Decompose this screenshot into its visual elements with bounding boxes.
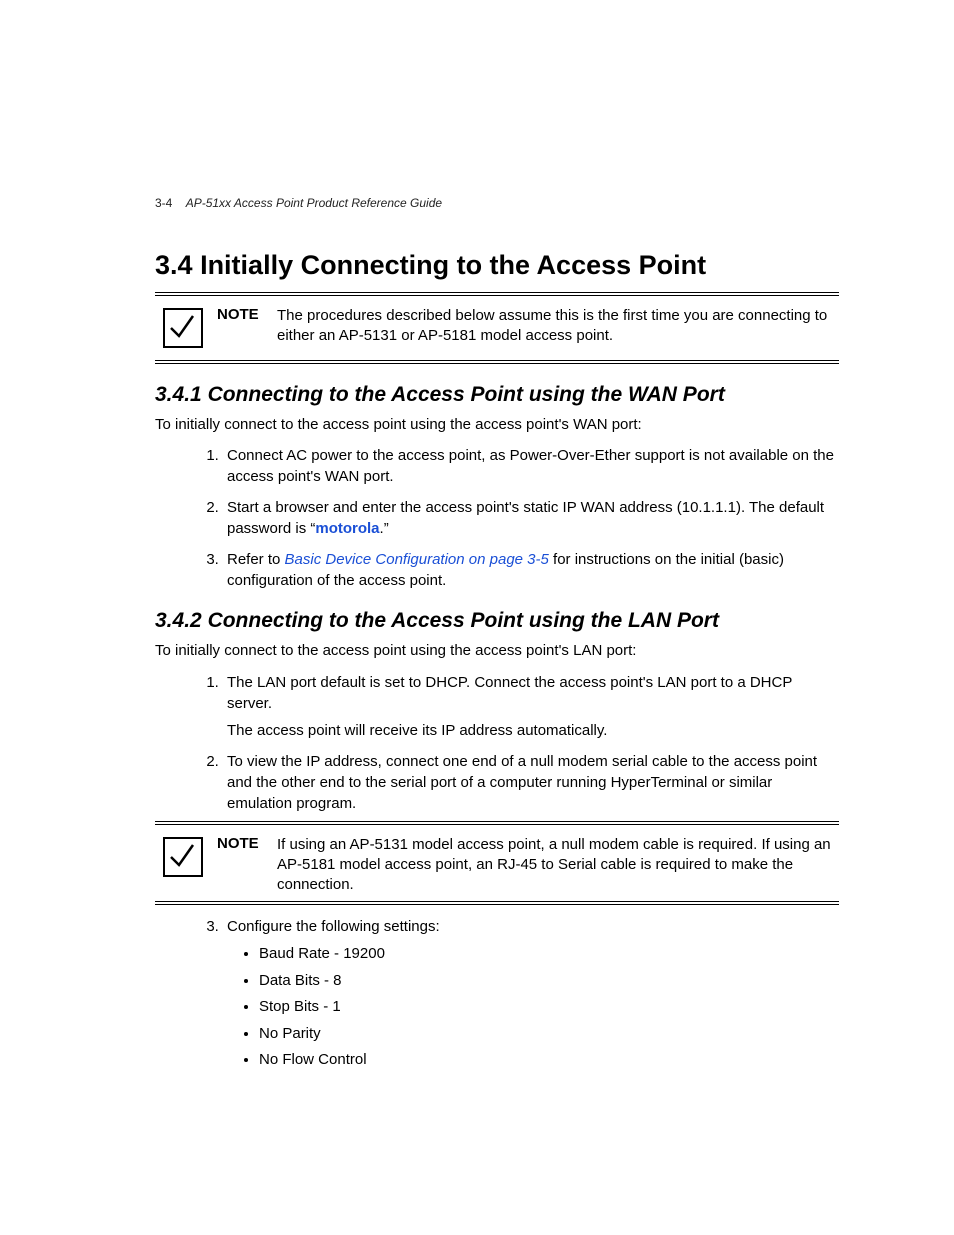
checkmark-icon <box>163 837 203 877</box>
book-title: AP-51xx Access Point Product Reference G… <box>186 196 442 210</box>
subsection-title: Connecting to the Access Point using the… <box>208 383 725 406</box>
note-box: NOTE The procedures described below assu… <box>155 295 839 361</box>
list-item: To view the IP address, connect one end … <box>223 751 839 814</box>
step-text: Configure the following settings: <box>227 918 440 935</box>
section-heading: 3.4 Initially Connecting to the Access P… <box>155 250 839 281</box>
intro-paragraph: To initially connect to the access point… <box>155 641 839 661</box>
page: 3-4 AP-51xx Access Point Product Referen… <box>0 0 954 1235</box>
step-text: To view the IP address, connect one end … <box>227 753 817 812</box>
note-label: NOTE <box>217 835 263 852</box>
wan-steps-list: Connect AC power to the access point, as… <box>155 445 839 591</box>
list-item: Connect AC power to the access point, as… <box>223 445 839 487</box>
section-title: Initially Connecting to the Access Point <box>200 250 706 280</box>
step-text: The access point will receive its IP add… <box>227 720 839 741</box>
list-item: Start a browser and enter the access poi… <box>223 497 839 539</box>
list-item: The LAN port default is set to DHCP. Con… <box>223 672 839 741</box>
content: 3.4 Initially Connecting to the Access P… <box>155 250 839 1072</box>
lan-steps-list: The LAN port default is set to DHCP. Con… <box>155 672 839 814</box>
note-box: NOTE If using an AP-5131 model access po… <box>155 824 839 903</box>
subsection-title: Connecting to the Access Point using the… <box>208 609 719 632</box>
subsection-heading: 3.4.2 Connecting to the Access Point usi… <box>155 609 839 633</box>
list-item: Stop Bits - 1 <box>259 996 839 1019</box>
section-number: 3.4 <box>155 250 193 280</box>
crossref-link[interactable]: Basic Device Configuration on page 3-5 <box>285 551 549 568</box>
note-text: The procedures described below assume th… <box>277 306 839 347</box>
note-text: If using an AP-5131 model access point, … <box>277 835 839 896</box>
step-text: Refer to <box>227 551 285 568</box>
settings-list: Baud Rate - 19200 Data Bits - 8 Stop Bit… <box>227 943 839 1072</box>
subsection-number: 3.4.2 <box>155 609 202 632</box>
list-item: Data Bits - 8 <box>259 970 839 993</box>
checkmark-icon <box>163 308 203 348</box>
list-item: No Parity <box>259 1023 839 1046</box>
step-text: .” <box>380 520 389 537</box>
list-item: Refer to Basic Device Configuration on p… <box>223 549 839 591</box>
list-item: Baud Rate - 19200 <box>259 943 839 966</box>
lan-steps-list-cont: Configure the following settings: Baud R… <box>155 916 839 1072</box>
intro-paragraph: To initially connect to the access point… <box>155 415 839 435</box>
list-item: Configure the following settings: Baud R… <box>223 916 839 1072</box>
note-label: NOTE <box>217 306 263 323</box>
step-text: Connect AC power to the access point, as… <box>227 447 834 485</box>
subsection-number: 3.4.1 <box>155 383 202 406</box>
list-item: No Flow Control <box>259 1049 839 1072</box>
keyword-password: motorola <box>315 520 379 537</box>
step-text: The LAN port default is set to DHCP. Con… <box>227 674 792 712</box>
page-number: 3-4 <box>155 196 172 210</box>
running-header: 3-4 AP-51xx Access Point Product Referen… <box>155 196 442 210</box>
subsection-heading: 3.4.1 Connecting to the Access Point usi… <box>155 383 839 407</box>
